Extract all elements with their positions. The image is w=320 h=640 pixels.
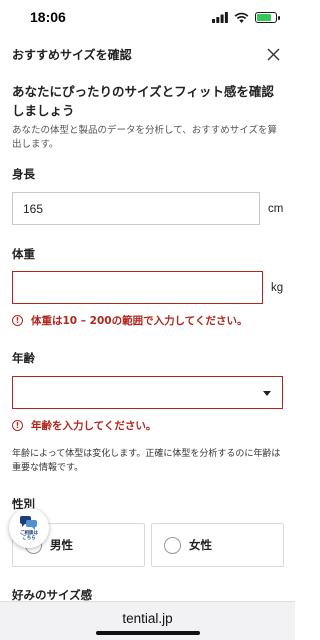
weight-error-text: 体重は10 – 200の範囲で入力してください。 — [31, 315, 248, 327]
height-label: 身長 — [12, 167, 35, 181]
chat-support-button[interactable]: ご相談は こちら — [9, 508, 49, 548]
status-time: 18:06 — [30, 9, 66, 25]
modal-header: おすすめサイズを確認 — [0, 34, 295, 74]
height-input[interactable]: 165 — [12, 192, 260, 225]
gender-option-label: 男性 — [50, 538, 73, 552]
chat-support-label: ご相談は こちら — [20, 530, 38, 541]
error-icon: ! — [12, 315, 23, 326]
chat-bubble-icon — [20, 515, 37, 530]
gender-options: 男性 女性 — [12, 523, 285, 567]
weight-error: ! 体重は10 – 200の範囲で入力してください。 — [12, 313, 285, 328]
modal-title: おすすめサイズを確認 — [12, 47, 132, 62]
age-error: ! 年齢を入力してください。 — [12, 418, 285, 433]
weight-row: kg — [12, 271, 285, 304]
age-label: 年齢 — [12, 351, 35, 365]
status-bar: 18:06 — [0, 0, 295, 34]
weight-label: 体重 — [12, 247, 35, 261]
close-button[interactable] — [263, 44, 283, 64]
weight-unit: kg — [271, 281, 284, 294]
size-form: あなたにぴったりのサイズとフィット感を確認しましょう あなたの体型と製品のデータ… — [12, 82, 285, 603]
caret-down-icon — [263, 391, 271, 396]
height-row: 165 cm — [12, 192, 285, 225]
error-icon: ! — [12, 420, 23, 431]
age-select[interactable] — [12, 376, 283, 409]
url-text: tential.jp — [122, 611, 173, 626]
signal-icon — [212, 8, 228, 27]
age-note: 年齢によって体型は変化します。正確に体型を分析するのに年齢は重要な情報です。 — [12, 449, 281, 473]
intro-description: あなたの体型と製品のデータを分析して、おすすめサイズを算出します。 — [12, 125, 277, 150]
home-indicator — [96, 631, 200, 635]
intro-title: あなたにぴったりのサイズとフィット感を確認しましょう — [12, 84, 274, 118]
gender-label: 性別 — [12, 497, 35, 511]
status-icons — [212, 8, 280, 27]
height-unit: cm — [268, 202, 284, 215]
weight-input[interactable] — [12, 271, 263, 304]
age-error-text: 年齢を入力してください。 — [31, 420, 157, 432]
gender-option-label: 女性 — [189, 538, 212, 552]
gender-option-female[interactable]: 女性 — [151, 523, 284, 567]
battery-icon — [255, 11, 280, 23]
wifi-icon — [234, 8, 249, 27]
radio-button[interactable] — [164, 536, 181, 554]
close-icon — [267, 48, 279, 60]
